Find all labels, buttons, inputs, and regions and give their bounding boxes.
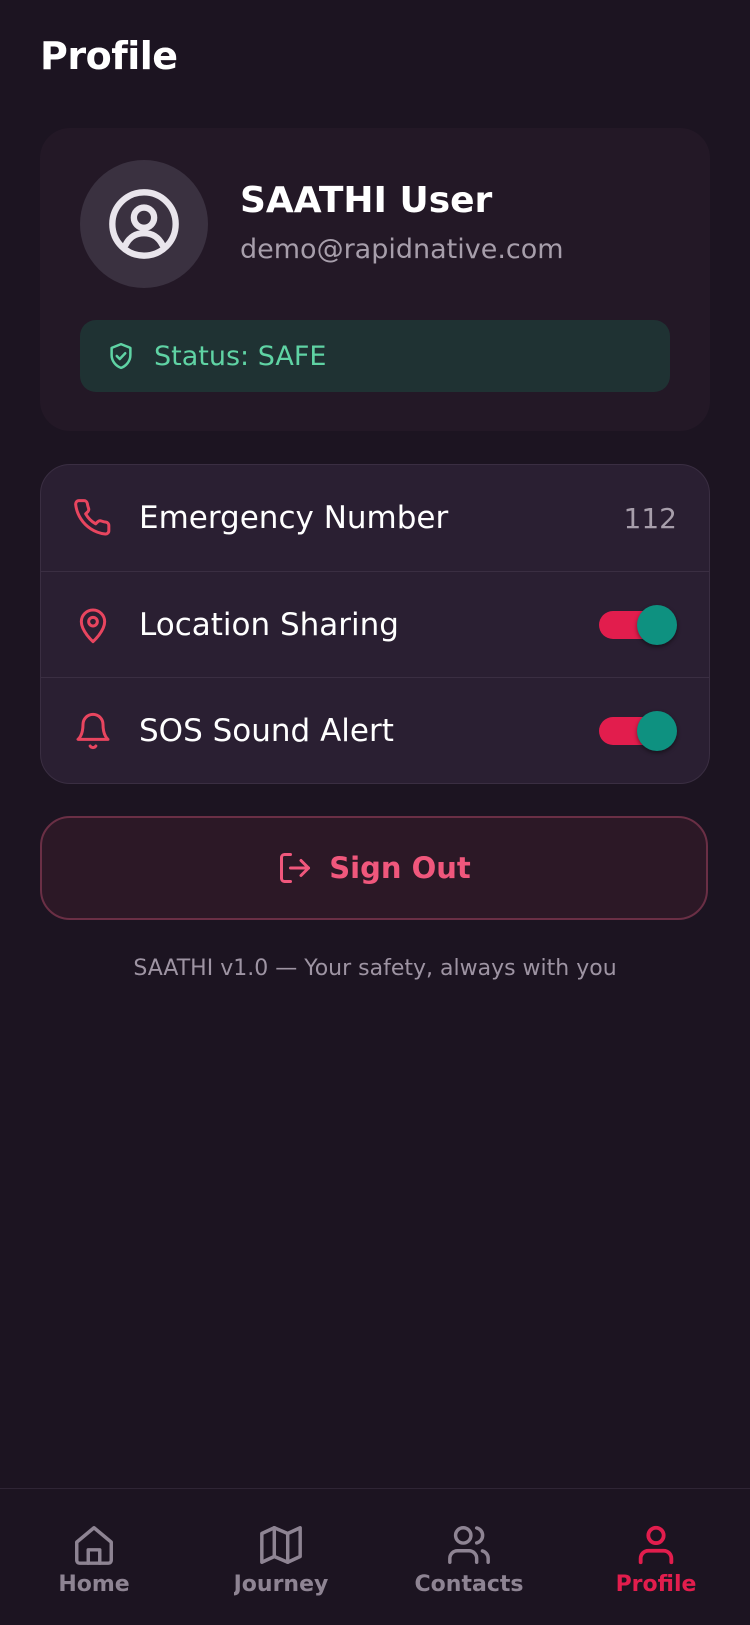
avatar <box>80 160 208 288</box>
bottom-tab-bar: Home Journey Contacts Profile <box>0 1488 750 1625</box>
user-circle-icon <box>109 189 179 259</box>
tab-profile-label: Profile <box>615 1572 697 1596</box>
sign-out-button[interactable]: Sign Out <box>40 816 708 920</box>
location-sharing-toggle[interactable] <box>597 605 677 645</box>
shield-check-icon <box>106 341 136 371</box>
bell-icon <box>73 711 113 751</box>
users-icon <box>446 1522 492 1568</box>
phone-icon <box>73 498 113 538</box>
tab-home-label: Home <box>58 1572 130 1596</box>
tab-contacts-label: Contacts <box>414 1572 524 1596</box>
tab-journey-label: Journey <box>233 1572 329 1596</box>
home-icon <box>71 1522 117 1568</box>
sos-sound-toggle[interactable] <box>597 711 677 751</box>
profile-card: SAATHI User demo@rapidnative.com Status:… <box>40 128 710 431</box>
map-pin-icon <box>73 605 113 645</box>
version-note: SAATHI v1.0 — Your safety, always with y… <box>133 956 617 981</box>
sign-out-label: Sign Out <box>329 851 471 885</box>
tab-contacts[interactable]: Contacts <box>375 1489 563 1625</box>
emergency-number-value: 112 <box>623 501 677 535</box>
location-sharing-label: Location Sharing <box>139 607 399 643</box>
tab-profile[interactable]: Profile <box>562 1489 750 1625</box>
user-name: SAATHI User <box>240 180 493 221</box>
status-badge: Status: SAFE <box>80 320 670 392</box>
location-sharing-row: Location Sharing <box>41 571 709 678</box>
user-icon <box>633 1522 679 1568</box>
tab-journey[interactable]: Journey <box>187 1489 375 1625</box>
tab-home[interactable]: Home <box>0 1489 188 1625</box>
toggle-knob <box>637 605 677 645</box>
emergency-number-row[interactable]: Emergency Number 112 <box>41 465 709 571</box>
sos-sound-label: SOS Sound Alert <box>139 713 394 749</box>
emergency-number-label: Emergency Number <box>139 500 449 536</box>
user-email: demo@rapidnative.com <box>240 234 564 265</box>
page-title: Profile <box>40 34 178 78</box>
settings-list: Emergency Number 112 Location Sharing SO… <box>40 464 710 784</box>
toggle-knob <box>637 711 677 751</box>
log-out-icon <box>277 850 313 886</box>
status-text: Status: SAFE <box>154 340 327 372</box>
map-icon <box>258 1522 304 1568</box>
sos-sound-row: SOS Sound Alert <box>41 677 709 783</box>
